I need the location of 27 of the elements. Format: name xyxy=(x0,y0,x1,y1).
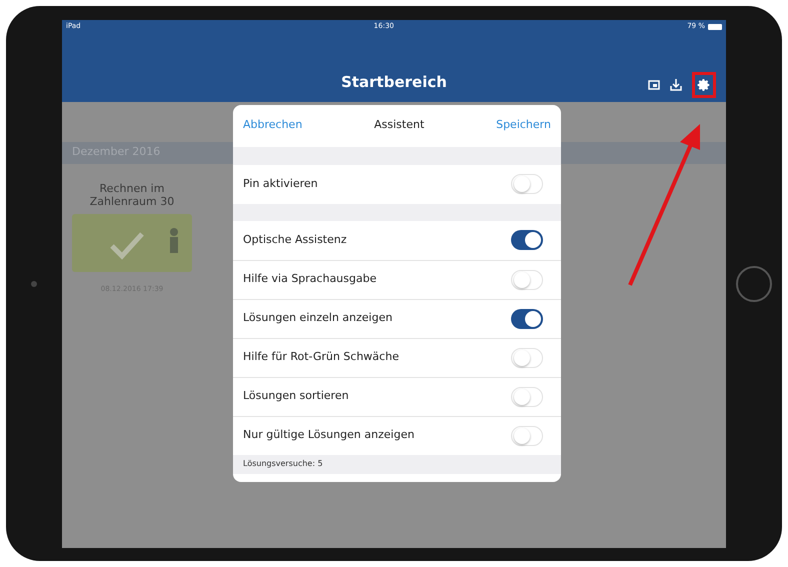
setting-label: Lösungen sortieren xyxy=(243,388,349,404)
setting-label: Lösungen einzeln anzeigen xyxy=(243,310,392,326)
toggle-switch[interactable] xyxy=(511,348,543,368)
settings-button[interactable] xyxy=(692,72,716,98)
footer-text: Lösungsversuche: 5 xyxy=(243,458,323,470)
setting-label: Hilfe via Sprachausgabe xyxy=(243,271,376,288)
toggle-switch[interactable] xyxy=(511,230,543,250)
toggle-switch[interactable] xyxy=(511,174,543,194)
download-icon[interactable] xyxy=(670,78,682,91)
battery-icon xyxy=(708,24,722,30)
window-icon[interactable] xyxy=(648,78,660,90)
toggle-switch[interactable] xyxy=(511,386,543,406)
setting-label: Pin aktivieren xyxy=(243,176,318,192)
home-button[interactable] xyxy=(736,266,772,302)
setting-label: Optische Assistenz xyxy=(243,232,347,248)
setting-label: Nur gültige Lösungen anzeigen xyxy=(243,427,414,444)
cancel-button[interactable]: Abbrechen xyxy=(243,117,302,134)
dialog-title: Assistent xyxy=(374,117,424,134)
camera-icon xyxy=(31,280,37,286)
toggle-switch[interactable] xyxy=(511,308,543,328)
card-title: Rechnen im Zahlenraum 30 xyxy=(88,182,176,208)
toggle-switch[interactable] xyxy=(511,270,543,290)
save-button[interactable]: Speichern xyxy=(496,117,551,134)
nav-title: Startbereich xyxy=(341,72,447,93)
toggle-switch[interactable] xyxy=(511,426,543,446)
setting-label: Hilfe für Rot-Grün Schwäche xyxy=(243,349,399,366)
settings-icon xyxy=(697,78,711,92)
